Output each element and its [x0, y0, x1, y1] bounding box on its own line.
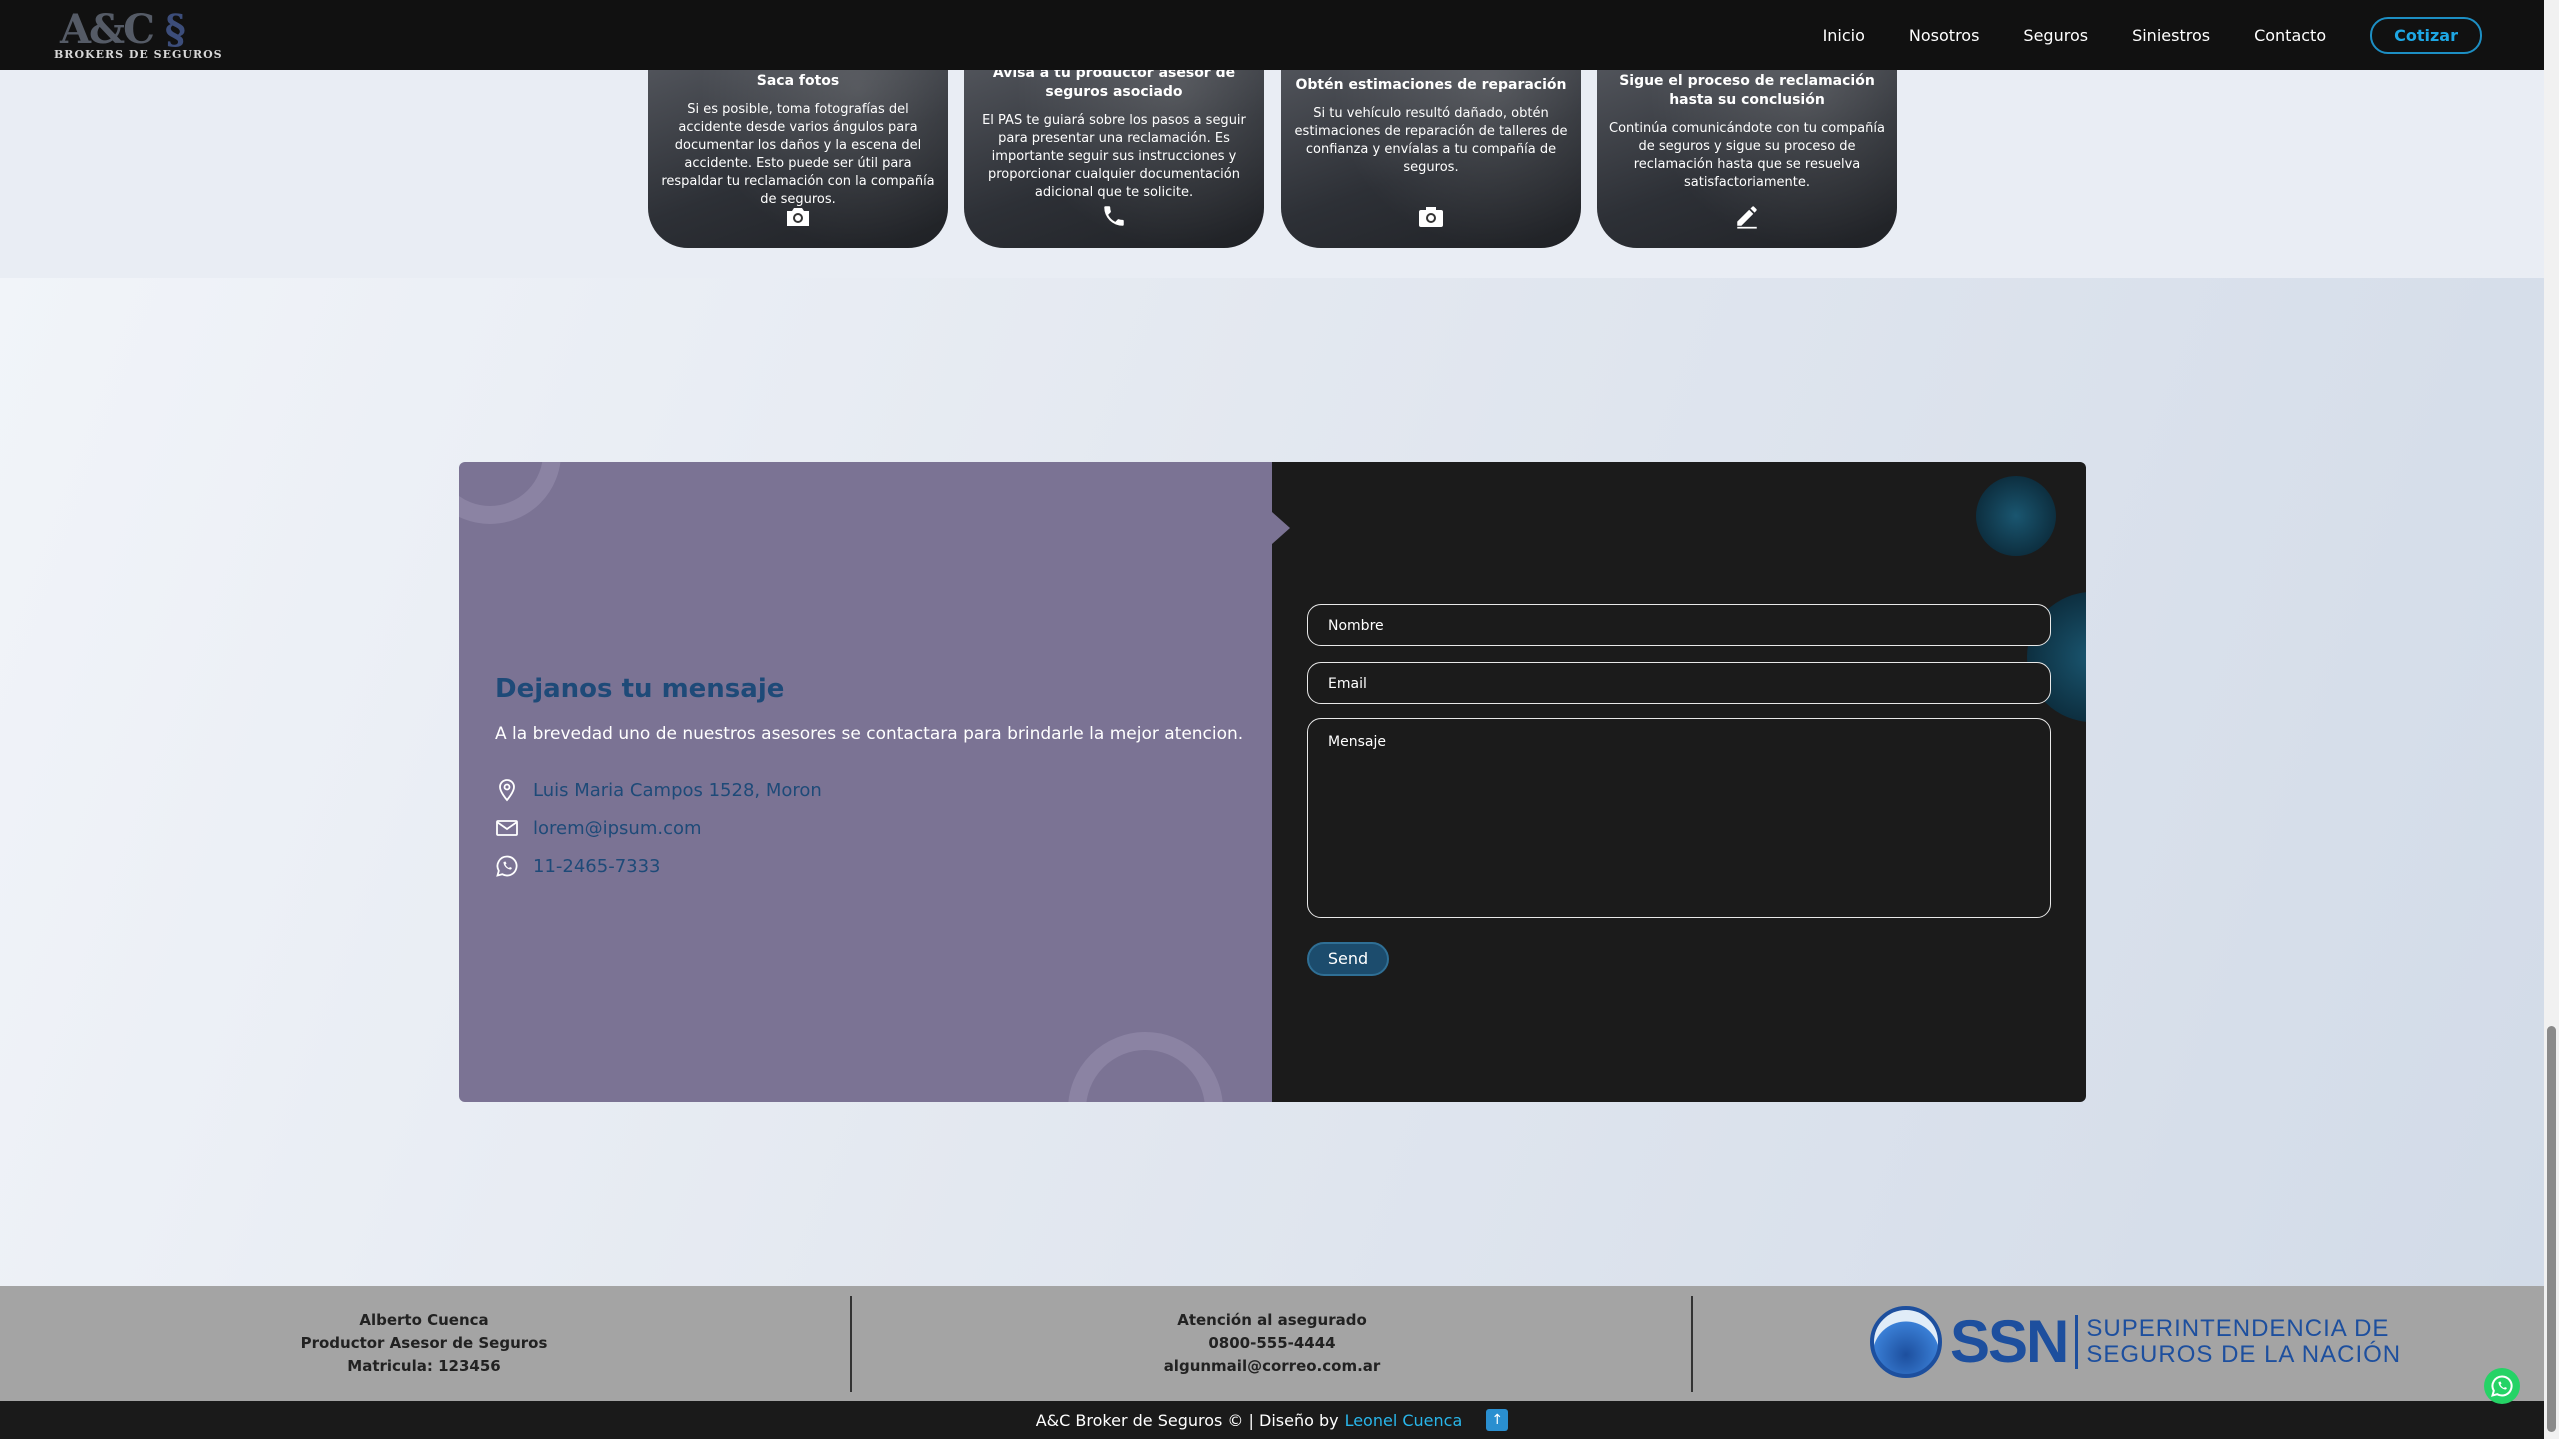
camera-icon [648, 205, 948, 236]
step-title: Saca fotos [756, 73, 840, 89]
logo-tagline: BROKERS DE SEGUROS [54, 48, 223, 61]
nav-nosotros[interactable]: Nosotros [1909, 26, 1980, 45]
step-text: Si tu vehículo resultó dañado, obtén est… [1294, 106, 1568, 175]
email-input[interactable]: Email [1307, 662, 2051, 704]
support-title: Atención al asegurado [1177, 1311, 1367, 1329]
decorative-ring [1068, 1032, 1223, 1102]
step-text: El PAS te guiará sobre los pasos a segui… [982, 113, 1246, 200]
ssn-logo[interactable]: SSN SUPERINTENDENCIA DE SEGUROS DE LA NA… [1870, 1306, 2401, 1378]
nav-siniestros[interactable]: Siniestros [2132, 26, 2210, 45]
address-text: Luis Maria Campos 1528, Moron [533, 779, 822, 801]
contact-box: Dejanos tu mensaje A la brevedad uno de … [459, 462, 2086, 1102]
cotizar-button[interactable]: Cotizar [2370, 16, 2482, 54]
brand-logo[interactable]: A&C § BROKERS DE SEGUROS [54, 6, 222, 62]
designer-link[interactable]: Leonel Cuenca [1345, 1411, 1463, 1430]
whatsapp-icon [2491, 1375, 2513, 1397]
phone-link[interactable]: 11-2465-7333 [533, 856, 661, 877]
ssn-letters: SSN [1950, 1308, 2069, 1375]
send-button[interactable]: Send [1307, 942, 1389, 976]
contact-title: Dejanos tu mensaje [495, 674, 785, 704]
message-textarea[interactable]: Mensaje [1307, 718, 2051, 918]
decorative-blob [1976, 476, 2056, 556]
ssn-fullname: SUPERINTENDENCIA DE SEGUROS DE LA NACIÓN [2086, 1315, 2402, 1368]
nav-contacto[interactable]: Contacto [2254, 26, 2326, 45]
navbar: A&C § BROKERS DE SEGUROS Inicio Nosotros… [0, 0, 2544, 70]
bottom-bar: A&C Broker de Seguros © | Diseño by Leon… [0, 1401, 2544, 1439]
phone-row[interactable]: 11-2465-7333 [495, 854, 661, 878]
scroll-top-button[interactable]: ↑ [1486, 1409, 1509, 1431]
producer-role: Productor Asesor de Seguros [300, 1334, 548, 1352]
ssn-separator [2075, 1315, 2079, 1369]
footer-producer: Alberto Cuenca Productor Asesor de Segur… [0, 1286, 848, 1401]
location-pin-icon [499, 779, 515, 802]
step-text: Si es posible, toma fotografías del acci… [661, 102, 935, 207]
envelope-icon [496, 820, 518, 836]
nav-seguros[interactable]: Seguros [2023, 26, 2088, 45]
contact-section: Dejanos tu mensaje A la brevedad uno de … [0, 278, 2544, 1286]
nav-links: Inicio Nosotros Seguros Siniestros Conta… [1823, 0, 2482, 70]
whatsapp-outline-icon [496, 855, 518, 877]
support-phone: 0800-555-4444 [1208, 1334, 1336, 1352]
decorative-ring [459, 462, 561, 524]
email-link[interactable]: lorem@ipsum.com [533, 818, 702, 839]
phone-icon [964, 203, 1264, 236]
producer-name: Alberto Cuenca [359, 1311, 489, 1329]
nav-inicio[interactable]: Inicio [1823, 26, 1865, 45]
footer-support: Atención al asegurado 0800-555-4444 algu… [848, 1286, 1696, 1401]
name-input[interactable]: Nombre [1307, 604, 2051, 646]
support-email: algunmail@correo.com.ar [1163, 1357, 1381, 1375]
step-text: Continúa comunicándote con tu compañía d… [1609, 121, 1885, 190]
contact-description: A la brevedad uno de nuestros asesores s… [495, 724, 1244, 744]
scrollbar-thumb[interactable] [2547, 1026, 2556, 1432]
step-title: Obtén estimaciones de reparación [1295, 77, 1567, 93]
email-row[interactable]: lorem@ipsum.com [495, 816, 702, 840]
pencil-icon [1597, 203, 1897, 236]
step-title: Sigue el proceso de reclamación hasta su… [1619, 73, 1875, 108]
copyright-text: A&C Broker de Seguros © | Diseño by [1035, 1410, 1339, 1430]
footer-divider [1691, 1296, 1693, 1392]
contact-form-panel: Nombre Email Mensaje Send [1272, 462, 2086, 1102]
ssn-emblem-icon [1870, 1306, 1942, 1378]
whatsapp-float-button[interactable] [2484, 1368, 2520, 1404]
producer-license: Matricula: 123456 [347, 1357, 501, 1375]
address-row: Luis Maria Campos 1528, Moron [495, 778, 822, 802]
photo-camera-icon [1281, 205, 1581, 236]
logo-mark: A&C § [60, 6, 186, 53]
contact-info-panel: Dejanos tu mensaje A la brevedad uno de … [459, 462, 1272, 1102]
panel-arrow [1272, 512, 1290, 544]
footer-divider [850, 1296, 852, 1392]
